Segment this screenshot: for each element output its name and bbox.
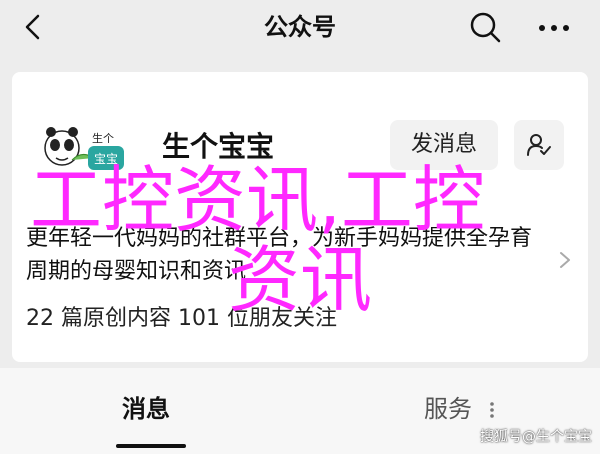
search-icon[interactable] — [468, 10, 502, 44]
account-logo[interactable]: 生个 宝宝 — [42, 120, 138, 178]
user-check-icon — [527, 134, 551, 156]
account-description: 更年轻一代妈妈的社群平台，为新手妈妈提供全孕育周期的母婴知识和资讯 — [26, 226, 533, 284]
follow-button[interactable] — [514, 120, 564, 170]
tab-messages[interactable]: 消息 — [122, 394, 170, 424]
watermark: 搜狐号@生个宝宝 — [480, 429, 592, 445]
active-tab-indicator — [116, 444, 186, 448]
top-nav-bar: 公众号 — [0, 0, 600, 56]
logo-text-top: 生个 — [92, 131, 114, 145]
account-stats: 22 篇原创内容 101 位朋友关注 — [26, 306, 337, 331]
profile-card: 生个 宝宝 生个宝宝 发消息 更年轻一代妈妈的社群平台，为新手妈妈提供全孕育周期… — [12, 72, 588, 362]
logo-text-bottom: 宝宝 — [94, 152, 118, 166]
send-message-button[interactable]: 发消息 — [390, 120, 498, 170]
more-icon[interactable] — [534, 13, 574, 43]
tab-services[interactable]: 服务 — [424, 394, 472, 424]
page-title: 公众号 — [264, 13, 336, 41]
menu-dots-icon — [490, 402, 494, 418]
account-name[interactable]: 生个宝宝 — [162, 130, 274, 164]
chevron-right-icon[interactable] — [558, 250, 572, 270]
